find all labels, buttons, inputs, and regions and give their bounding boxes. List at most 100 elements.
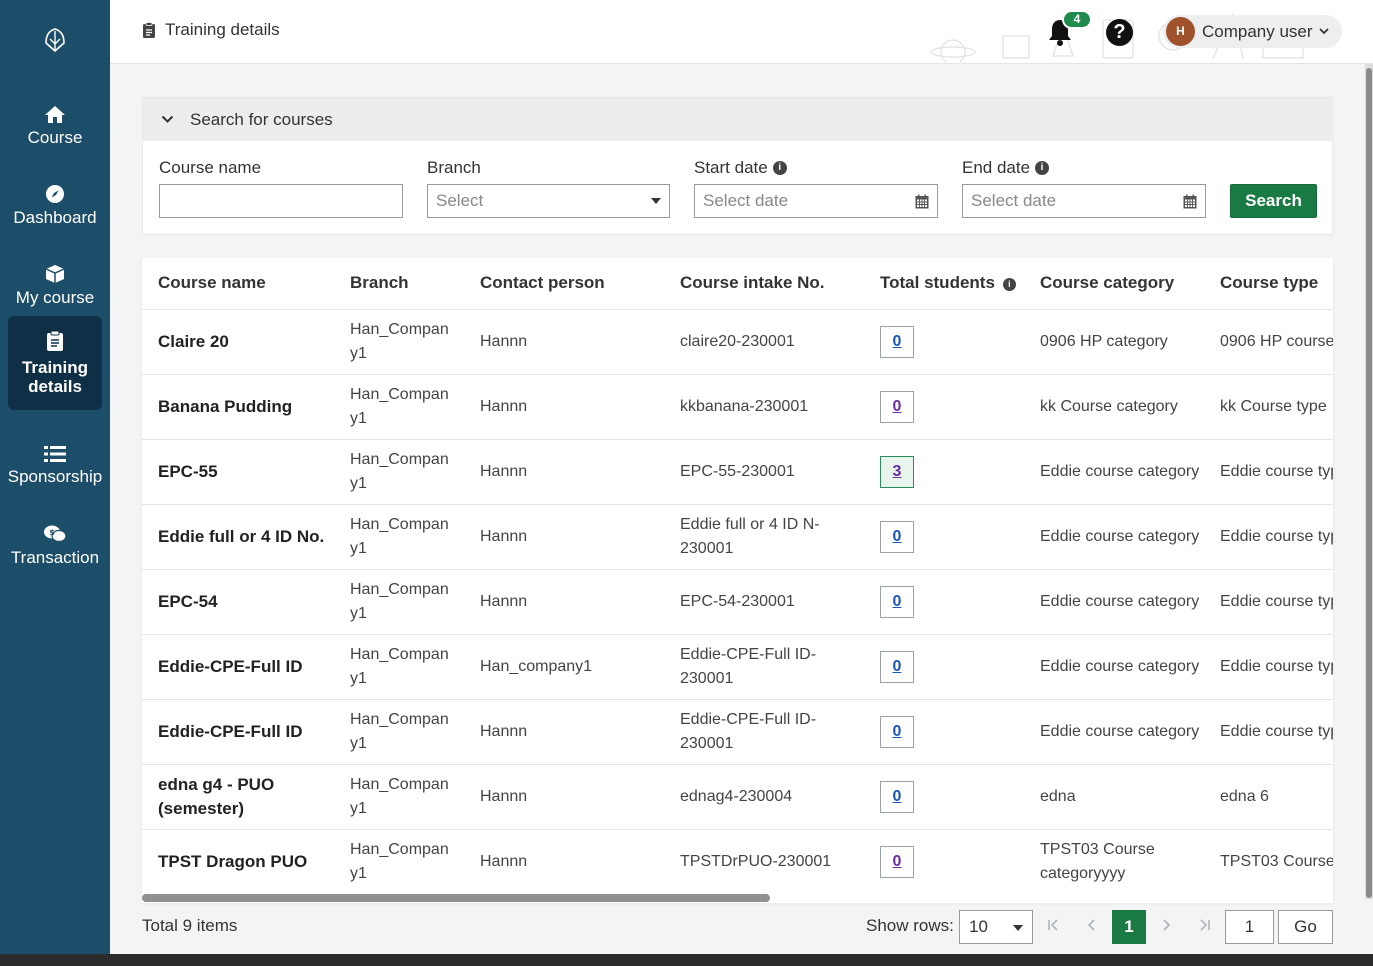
total-students-link[interactable]: 0	[880, 390, 914, 423]
total-students-link[interactable]: 0	[880, 585, 914, 618]
help-icon[interactable]: ?	[1106, 19, 1133, 46]
total-students-cell: 0	[864, 699, 1024, 765]
course-intake-cell: TPSTDrPUO-230001	[664, 829, 864, 895]
start-date-picker[interactable]: Select date	[694, 184, 938, 218]
horizontal-scrollbar[interactable]	[142, 893, 1333, 903]
column-header-contact-person[interactable]: Contact person	[464, 258, 664, 310]
list-icon	[44, 445, 66, 462]
money-chat-icon: $	[44, 525, 67, 542]
column-header-branch[interactable]: Branch	[334, 258, 464, 310]
rows-per-page-select[interactable]: 10	[959, 910, 1033, 944]
total-students-link[interactable]: 0	[880, 845, 914, 878]
table-row: Eddie full or 4 ID No. Han_Company1 Hannn E…	[142, 504, 1333, 570]
previous-page-button[interactable]	[1074, 910, 1108, 944]
sidebar-item-sponsorship[interactable]: Sponsorship	[0, 425, 110, 505]
total-students-link[interactable]: 0	[880, 650, 914, 683]
app-logo[interactable]	[0, 20, 110, 60]
search-panel-toggle[interactable]: Search for courses	[143, 98, 1332, 141]
vertical-scrollbar[interactable]	[1365, 64, 1373, 899]
branch-cell: Han_Company1	[334, 309, 464, 375]
course-name-cell: EPC-54	[142, 569, 334, 635]
sidebar-item-label: My course	[15, 287, 95, 307]
branch-text: Han_Company1	[350, 385, 449, 427]
total-students-cell: 0	[864, 634, 1024, 700]
end-date-picker[interactable]: Select date	[962, 184, 1206, 218]
table-row: Eddie-CPE-Full ID Han_Company1 Han_company…	[142, 634, 1333, 700]
contact-person-cell: Han_company1	[464, 634, 664, 700]
page-number-input[interactable]: 1	[1225, 910, 1274, 944]
course-category-cell: Eddie course category	[1024, 439, 1204, 505]
user-menu[interactable]: H Company user	[1163, 15, 1342, 48]
column-header-course-name[interactable]: Course name	[142, 258, 334, 310]
course-type-cell: kk Course type	[1204, 374, 1333, 440]
search-button[interactable]: Search	[1230, 184, 1317, 218]
total-students-link[interactable]: 3	[880, 455, 914, 488]
course-name-cell: Eddie-CPE-Full ID	[142, 699, 334, 765]
caret-down-icon	[1013, 925, 1023, 931]
table-row: EPC-54 Han_Company1 Hannn EPC-54-230001 0 Edd…	[142, 569, 1333, 635]
course-name-input[interactable]	[159, 184, 403, 218]
home-icon	[45, 105, 65, 123]
vertical-scrollbar-thumb[interactable]	[1366, 68, 1372, 898]
svg-text:$: $	[49, 528, 55, 537]
course-name-cell: Banana Pudding	[142, 374, 334, 440]
sidebar-item-course[interactable]: Course	[0, 85, 110, 165]
end-date-label: End date i	[962, 158, 1050, 178]
total-students-link[interactable]: 0	[880, 780, 914, 813]
next-page-button[interactable]	[1150, 910, 1184, 944]
contact-person-cell: Hannn	[464, 699, 664, 765]
course-category-cell: Eddie course category	[1024, 699, 1204, 765]
course-intake-cell: Eddie-CPE-Full ID-230001	[664, 699, 864, 765]
contact-person-cell: Hannn	[464, 439, 664, 505]
info-icon[interactable]: i	[772, 161, 787, 175]
page-button-current[interactable]: 1	[1112, 910, 1146, 944]
calendar-icon	[915, 194, 929, 208]
course-intake-cell: ednag4-230004	[664, 764, 864, 830]
sidebar-item-label: Course	[27, 127, 83, 147]
course-name-cell: Claire 20	[142, 309, 334, 375]
total-students-link[interactable]: 0	[880, 520, 914, 553]
sidebar-item-dashboard[interactable]: Dashboard	[0, 165, 110, 245]
column-header-course-type[interactable]: Course type	[1204, 258, 1333, 310]
course-name-cell: EPC-55	[142, 439, 334, 505]
courses-table: Course name Branch Contact person Course…	[142, 258, 1333, 895]
end-date-placeholder: Select date	[971, 191, 1057, 210]
search-panel-title: Search for courses	[190, 109, 333, 129]
info-icon[interactable]: i	[1035, 161, 1050, 175]
total-students-link[interactable]: 0	[880, 715, 914, 748]
table-row: edna g4 - PUO (semester) Han_Company1 Hann…	[142, 764, 1333, 830]
sidebar-item-training-details[interactable]: Training details	[8, 316, 102, 410]
horizontal-scrollbar-thumb[interactable]	[142, 894, 770, 902]
branch-text: Han_Company1	[350, 580, 449, 622]
column-header-total-students[interactable]: Total students i	[864, 258, 1024, 310]
course-category-cell: Eddie course category	[1024, 634, 1204, 700]
first-page-button[interactable]	[1036, 910, 1070, 944]
info-icon[interactable]: i	[1002, 278, 1016, 292]
chevron-left-icon	[1087, 919, 1095, 931]
sidebar-item-label: Sponsorship	[7, 466, 103, 486]
column-header-course-category[interactable]: Course category	[1024, 258, 1204, 310]
sidebar-item-my-course[interactable]: My course	[0, 245, 110, 325]
last-page-button[interactable]	[1188, 910, 1222, 944]
branch-text: Han_Company1	[350, 840, 449, 882]
column-header-course-intake-no[interactable]: Course intake No.	[664, 258, 864, 310]
sidebar-item-transaction[interactable]: $ Transaction	[0, 505, 110, 585]
clipboard-icon	[143, 21, 155, 38]
table-row: Banana Pudding Han_Company1 Hannn kkbanana-…	[142, 374, 1333, 440]
branch-cell: Han_Company1	[334, 439, 464, 505]
branch-cell: Han_Company1	[334, 829, 464, 895]
course-category-cell: kk Course category	[1024, 374, 1204, 440]
contact-person-cell: Hannn	[464, 309, 664, 375]
course-intake-cell: claire20-230001	[664, 309, 864, 375]
branch-text: Han_Company1	[350, 710, 449, 752]
show-rows-label: Show rows:	[866, 916, 954, 935]
page-title: Training details	[142, 20, 280, 40]
leaf-book-logo-icon	[45, 28, 65, 53]
chevron-right-icon	[1163, 919, 1171, 931]
total-students-link[interactable]: 0	[880, 325, 914, 358]
branch-cell: Han_Company1	[334, 569, 464, 635]
course-name-cell: Eddie-CPE-Full ID	[142, 634, 334, 700]
notification-count-badge: 4	[1062, 10, 1092, 29]
go-button[interactable]: Go	[1278, 910, 1333, 944]
branch-select[interactable]: Select	[427, 184, 670, 218]
